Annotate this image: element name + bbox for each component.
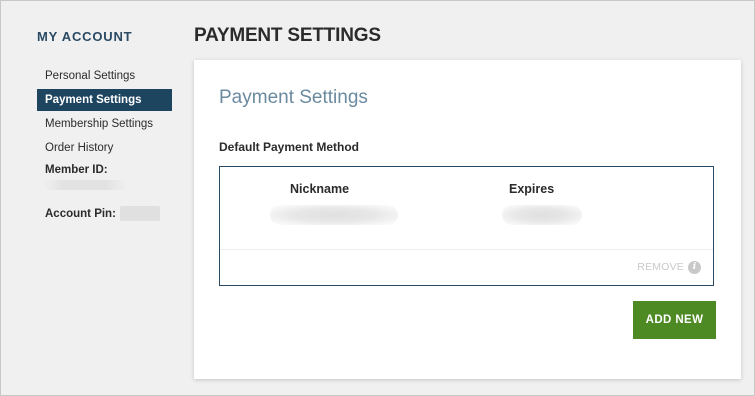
column-header-nickname: Nickname [290, 182, 350, 196]
info-icon[interactable]: i [688, 260, 701, 274]
member-id-label: Member ID: [45, 164, 108, 176]
sidebar-item-personal-settings[interactable]: Personal Settings [37, 65, 172, 87]
sidebar-heading: MY ACCOUNT [37, 29, 133, 44]
card-title: Payment Settings [219, 87, 368, 108]
nickname-value-redacted [270, 205, 398, 225]
add-new-button[interactable]: ADD NEW [633, 301, 716, 339]
account-pin-label: Account Pin: [45, 207, 116, 220]
account-sidebar: MY ACCOUNT Personal Settings Payment Set… [37, 29, 172, 221]
page-title: PAYMENT SETTINGS [194, 25, 381, 46]
default-payment-method-label: Default Payment Method [219, 140, 360, 154]
member-id-value-redacted [43, 180, 127, 190]
column-header-expires: Expires [509, 182, 555, 196]
expires-value-redacted [502, 205, 582, 225]
account-pin-row: Account Pin: [37, 206, 172, 221]
sidebar-item-payment-settings[interactable]: Payment Settings [37, 89, 172, 111]
remove-button[interactable]: REMOVE i [637, 260, 701, 274]
remove-label: REMOVE [637, 261, 684, 273]
payment-settings-card: Payment Settings Default Payment Method … [194, 60, 741, 379]
sidebar-item-order-history[interactable]: Order History [37, 137, 172, 159]
account-pin-value-redacted [119, 206, 160, 221]
row-divider [220, 249, 713, 250]
payment-method-table: Nickname Expires REMOVE i [219, 166, 714, 286]
sidebar-item-membership-settings[interactable]: Membership Settings [37, 113, 172, 135]
